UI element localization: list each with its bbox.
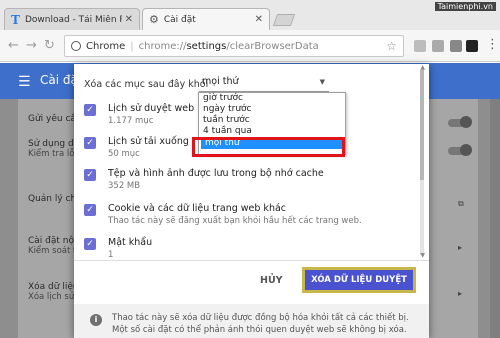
divider bbox=[74, 260, 429, 261]
back-arrow-icon[interactable]: ← bbox=[8, 39, 19, 53]
watermark: Taimienphi.vn bbox=[434, 2, 496, 11]
page-scrollbar[interactable] bbox=[490, 99, 500, 338]
chrome-label: Chrome bbox=[86, 40, 126, 52]
menu-icon[interactable]: ⋮ bbox=[486, 38, 499, 52]
scrollbar-thumb[interactable] bbox=[420, 70, 424, 180]
settings-row[interactable]: Cài đặt nội Kiểm soát t bbox=[28, 236, 77, 256]
time-range-select[interactable]: mọi thứ ▼ bbox=[199, 76, 329, 92]
dropdown-option[interactable]: ngày trước bbox=[199, 104, 345, 115]
cancel-button[interactable]: HỦY bbox=[260, 275, 283, 286]
extension-icon[interactable] bbox=[432, 40, 444, 52]
taimienphi-logo-icon: T bbox=[11, 12, 20, 27]
red-highlight-box bbox=[192, 137, 345, 157]
extension-icon[interactable] bbox=[450, 40, 462, 52]
reload-icon[interactable]: ↻ bbox=[44, 39, 55, 53]
close-icon[interactable]: ✕ bbox=[255, 14, 263, 25]
extension-icon[interactable] bbox=[466, 40, 478, 52]
hamburger-menu-icon[interactable]: ☰ bbox=[18, 74, 31, 90]
checkbox-item[interactable]: ✓ Lịch sử duyệt web 1.177 mục bbox=[84, 102, 194, 127]
chevron-right-icon[interactable]: ▸ bbox=[458, 243, 462, 252]
url-scheme: chrome:// bbox=[138, 40, 187, 52]
gear-icon: ⚙ bbox=[149, 13, 159, 26]
checkbox-checked-icon[interactable]: ✓ bbox=[84, 137, 96, 149]
dropdown-option[interactable]: tuần trước bbox=[199, 115, 345, 126]
address-bar[interactable]: Chrome | chrome://settings/clearBrowserD… bbox=[64, 35, 404, 57]
scroll-up-icon[interactable]: ▲ bbox=[420, 64, 425, 71]
forward-arrow-icon[interactable]: → bbox=[26, 39, 37, 53]
external-link-icon[interactable]: ⧉ bbox=[458, 199, 464, 209]
clear-browsing-data-dialog: Xóa các mục sau đây khỏi mọi thứ ▼ giờ t… bbox=[74, 64, 429, 338]
close-icon[interactable]: ✕ bbox=[125, 14, 133, 25]
checkbox-item[interactable]: ✓ Mật khẩu 1 bbox=[84, 236, 152, 261]
toggle-switch[interactable] bbox=[448, 116, 472, 128]
chrome-page-icon bbox=[71, 41, 81, 51]
star-icon[interactable]: ☆ bbox=[386, 39, 397, 53]
footer-note: Thao tác này sẽ xóa dữ liệu được đồng bộ… bbox=[112, 313, 409, 335]
tab-settings[interactable]: ⚙ Cài đặt ✕ bbox=[142, 8, 270, 30]
settings-row[interactable]: Gửi yêu cầ bbox=[28, 114, 76, 124]
dialog-scrollbar[interactable] bbox=[420, 70, 424, 255]
tab-title: Cài đặt bbox=[163, 14, 196, 25]
tab-download[interactable]: T Download - Tải Miễn Phí ✕ bbox=[4, 8, 140, 30]
time-range-label: Xóa các mục sau đây khỏi bbox=[84, 79, 209, 90]
dropdown-option[interactable]: 4 tuần qua bbox=[199, 126, 345, 137]
time-range-value: mọi thứ bbox=[202, 76, 239, 87]
settings-row[interactable]: Xóa dữ liệu Xóa lịch sử bbox=[28, 282, 79, 302]
settings-row[interactable]: Sử dụng dị Kiểm tra lỗ bbox=[28, 139, 76, 159]
new-tab-button[interactable] bbox=[272, 14, 296, 26]
tab-title: Download - Tải Miễn Phí bbox=[24, 14, 122, 25]
toolbar: ← → ↻ Chrome | chrome://settings/clearBr… bbox=[0, 30, 500, 62]
url-separator: | bbox=[130, 40, 134, 52]
toggle-switch[interactable] bbox=[448, 144, 472, 156]
checkbox-checked-icon[interactable]: ✓ bbox=[84, 169, 96, 181]
url-path: /clearBrowserData bbox=[226, 40, 319, 52]
dropdown-option[interactable]: giờ trước bbox=[199, 93, 345, 104]
clear-data-button[interactable]: XÓA DỮ LIỆU DUYỆT WEB bbox=[302, 267, 416, 305]
checkbox-checked-icon[interactable]: ✓ bbox=[84, 204, 96, 216]
chevron-right-icon[interactable]: ▸ bbox=[458, 289, 462, 298]
dialog-footer: i Thao tác này sẽ xóa dữ liệu được đồng … bbox=[74, 304, 429, 338]
url-host: settings bbox=[186, 40, 227, 52]
checkbox-item[interactable]: ✓ Lịch sử tải xuống 50 mục bbox=[84, 135, 189, 160]
checkbox-item[interactable]: ✓ Cookie và các dữ liệu trang web khác Th… bbox=[84, 202, 362, 227]
checkbox-checked-icon[interactable]: ✓ bbox=[84, 104, 96, 116]
scroll-down-icon[interactable]: ▼ bbox=[420, 252, 425, 259]
dropdown-arrow-icon: ▼ bbox=[319, 78, 325, 86]
checkbox-checked-icon[interactable]: ✓ bbox=[84, 238, 96, 250]
extension-icon[interactable] bbox=[414, 40, 426, 52]
tab-strip: T Download - Tải Miễn Phí ✕ ⚙ Cài đặt ✕ … bbox=[0, 0, 500, 30]
checkbox-item[interactable]: ✓ Tệp và hình ảnh được lưu trong bộ nhớ … bbox=[84, 167, 324, 192]
info-icon: i bbox=[90, 314, 102, 326]
